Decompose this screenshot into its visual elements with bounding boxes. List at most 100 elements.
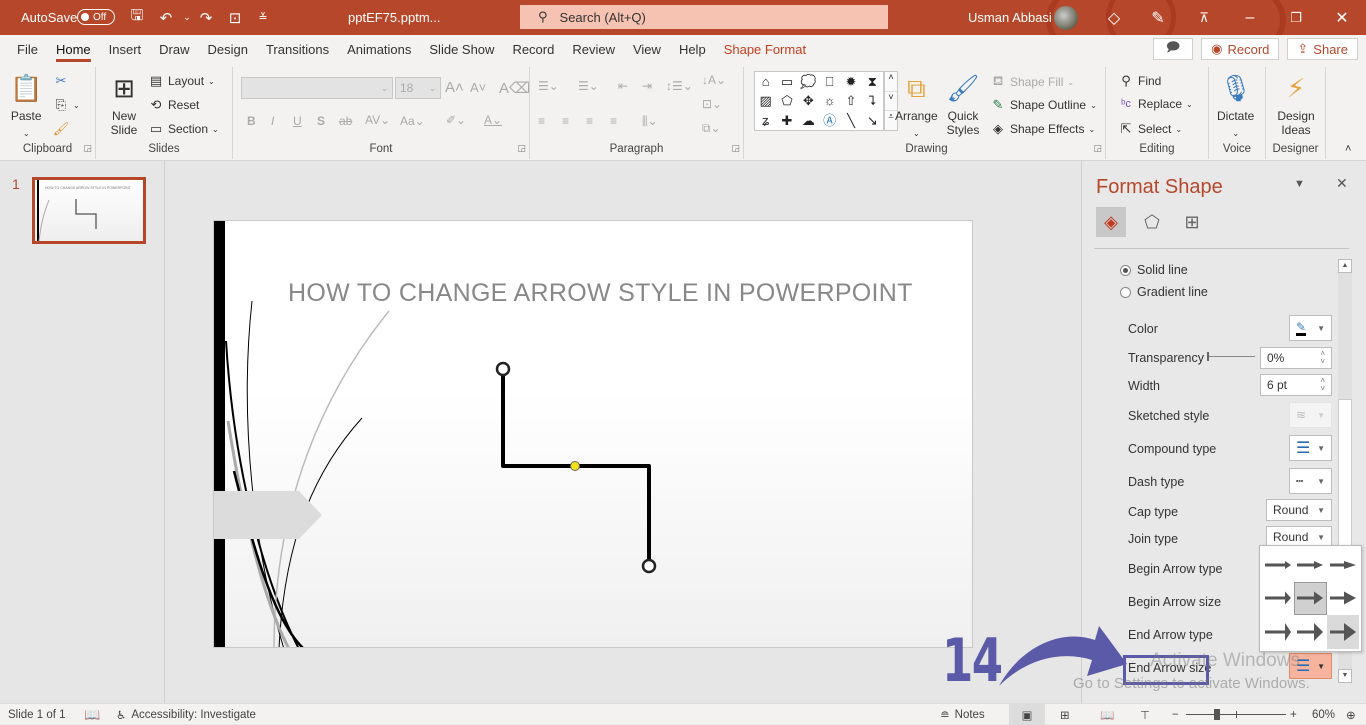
solid-line-radio[interactable]: Solid line — [1120, 263, 1188, 277]
shape-rect-icon[interactable]: ▭ — [776, 72, 797, 91]
underline-icon[interactable]: U — [293, 114, 302, 128]
paste-button[interactable]: 📋 Paste ⌄ — [10, 71, 42, 141]
minimize-icon[interactable]: – — [1230, 0, 1270, 35]
arrow-size-option[interactable] — [1294, 581, 1327, 616]
effects-tab-icon[interactable]: ⬠ — [1137, 207, 1167, 237]
present-icon[interactable]: ⊡ — [224, 0, 246, 35]
strikethrough-icon[interactable]: ab — [339, 114, 352, 128]
scroll-down-icon[interactable]: ▼ — [1338, 669, 1352, 683]
highlight-icon[interactable]: ✐⌄ — [446, 113, 466, 127]
shape-callout-icon[interactable]: 💭 — [798, 72, 819, 91]
shape-diagonal-icon[interactable]: ▨ — [755, 91, 776, 110]
line-spacing-icon[interactable]: ↕☰⌄ — [666, 79, 693, 93]
dialog-launcher-icon[interactable]: ◲ — [731, 143, 740, 154]
shape-cloud-icon[interactable]: ☁ — [798, 111, 819, 130]
slide-sorter-icon[interactable]: ⊞ — [1060, 704, 1070, 725]
fill-line-tab-icon[interactable]: ◈ — [1096, 207, 1126, 237]
arrow-size-option[interactable] — [1294, 548, 1326, 582]
decrease-indent-icon[interactable]: ⇤ — [618, 79, 628, 93]
arrange-button[interactable]: ⧉ Arrange ⌄ — [895, 71, 938, 141]
shape-plus-icon[interactable]: ✚ — [776, 111, 797, 130]
share-button[interactable]: ⇪ Share — [1287, 38, 1358, 60]
tab-home[interactable]: Home — [47, 35, 100, 63]
zoom-in-icon[interactable]: + — [1290, 704, 1297, 725]
clear-format-icon[interactable]: A⌫ — [499, 79, 530, 97]
tab-design[interactable]: Design — [199, 35, 257, 63]
diamond-icon[interactable]: ◇ — [1094, 0, 1134, 35]
layout-button[interactable]: ▤ Layout ⌄ — [148, 73, 215, 89]
decrease-font-icon[interactable]: A˅ — [470, 80, 486, 95]
columns-icon[interactable]: ⫼⌄ — [642, 114, 658, 129]
arrow-size-option[interactable] — [1262, 615, 1294, 649]
record-button[interactable]: ◉ Record — [1201, 38, 1280, 60]
cut-button[interactable]: ✂ — [53, 73, 69, 89]
shape-textbox-icon[interactable]: Ⓐ — [819, 111, 840, 130]
accessibility-button[interactable]: ♿ Accessibility: Investigate — [116, 704, 256, 725]
tab-draw[interactable]: Draw — [150, 35, 198, 63]
shape-scroll-icon[interactable]: ⎕ — [819, 72, 840, 91]
justify-icon[interactable]: ≡ — [610, 114, 617, 128]
increase-indent-icon[interactable]: ⇥ — [642, 79, 652, 93]
autosave-toggle[interactable]: Off — [77, 9, 115, 25]
close-icon[interactable]: ✕ — [1322, 0, 1362, 35]
size-properties-tab-icon[interactable]: ⊞ — [1177, 207, 1207, 237]
customize-qat-icon[interactable]: ≚ — [252, 0, 274, 35]
slide-canvas[interactable]: HOW TO CHANGE ARROW STYLE IN POWERPOINT — [213, 220, 973, 648]
tab-review[interactable]: Review — [563, 35, 624, 63]
font-size-combo[interactable]: 18 ⌄ — [395, 77, 441, 99]
ribbon-display-icon[interactable]: ⊼ — [1184, 0, 1224, 35]
shapes-gallery[interactable]: ⌂ ▭ 💭 ⎕ ✹ ⧗ ▨ ⬠ ✥ ☼ ⇧ ⮧ ʑ ✚ ☁ Ⓐ ╲ ↘ — [754, 71, 884, 131]
font-name-combo[interactable]: ⌄ — [241, 77, 393, 99]
dialog-launcher-icon[interactable]: ◲ — [1093, 143, 1102, 154]
search-box[interactable]: ⚲ Search (Alt+Q) — [520, 5, 888, 29]
dictate-button[interactable]: 🎙 Dictate ⌄ — [1217, 71, 1254, 141]
quick-styles-button[interactable]: 🖌 Quick Styles — [944, 71, 982, 137]
format-painter-button[interactable]: 🖌 — [53, 121, 70, 137]
pane-close-icon[interactable]: ✕ — [1336, 175, 1348, 192]
zoom-level[interactable]: 60% — [1312, 704, 1335, 725]
tab-shape-format[interactable]: Shape Format — [715, 35, 815, 63]
width-input[interactable]: 6 pt ˄ ˅ — [1260, 374, 1332, 396]
replace-button[interactable]: ᵇc Replace ⌄ — [1118, 97, 1193, 111]
new-slide-button[interactable]: ⊞ New Slide — [106, 71, 142, 137]
slide-thumbnail[interactable]: HOW TO CHANGE ARROW STYLE IN POWERPOINT — [32, 177, 146, 244]
dialog-launcher-icon[interactable]: ◲ — [517, 143, 526, 154]
tab-insert[interactable]: Insert — [100, 35, 151, 63]
sketched-style-dropdown[interactable]: ≋ ▼ — [1289, 402, 1332, 428]
arrow-size-option[interactable] — [1327, 548, 1359, 582]
shape-snip-icon[interactable]: ⬠ — [776, 91, 797, 110]
smartart-icon[interactable]: ⧉⌄ — [702, 121, 721, 136]
shadow-icon[interactable]: S — [317, 114, 325, 128]
transparency-input[interactable]: 0% ˄ ˅ — [1260, 347, 1332, 369]
char-spacing-icon[interactable]: AV⌄ — [365, 113, 390, 127]
bullets-icon[interactable]: ☰⌄ — [538, 79, 559, 93]
select-button[interactable]: ⇱ Select ⌄ — [1118, 121, 1183, 137]
shape-explosion-icon[interactable]: ✹ — [840, 72, 861, 91]
reset-button[interactable]: ⟲ Reset — [148, 97, 200, 113]
arrow-size-option[interactable] — [1262, 548, 1294, 582]
tab-record[interactable]: Record — [503, 35, 563, 63]
shape-line-icon[interactable]: ╲ — [840, 111, 861, 130]
reading-view-icon[interactable]: 📖 — [1100, 704, 1114, 725]
transparency-slider[interactable] — [1207, 352, 1255, 361]
slideshow-icon[interactable]: ⊤ — [1140, 704, 1150, 725]
arrow-size-option[interactable] — [1327, 582, 1359, 616]
align-left-icon[interactable]: ≡ — [538, 114, 545, 128]
arrow-size-option[interactable] — [1294, 615, 1326, 649]
section-button[interactable]: ▭ Section ⌄ — [148, 121, 219, 137]
tab-transitions[interactable]: Transitions — [257, 35, 338, 63]
dash-type-dropdown[interactable]: ┅ ▼ — [1289, 468, 1332, 494]
tab-slide-show[interactable]: Slide Show — [420, 35, 503, 63]
collapse-ribbon-icon[interactable]: ˄ — [1345, 143, 1351, 155]
zoom-out-icon[interactable]: − — [1172, 704, 1179, 725]
gradient-line-radio[interactable]: Gradient line — [1120, 285, 1208, 299]
avatar[interactable] — [1054, 6, 1078, 30]
cap-type-dropdown[interactable]: Round ▼ — [1266, 499, 1332, 521]
align-text-icon[interactable]: ⊡⌄ — [702, 97, 722, 111]
shape-effects-button[interactable]: ◈ Shape Effects ⌄ — [990, 121, 1095, 137]
increase-font-icon[interactable]: A˄ — [445, 79, 464, 96]
restore-icon[interactable]: ❐ — [1276, 0, 1316, 35]
comments-button[interactable]: 🗩 — [1152, 38, 1194, 60]
redo-icon[interactable]: ↷ — [195, 0, 217, 35]
spellcheck-icon[interactable]: 📖 — [84, 704, 100, 725]
